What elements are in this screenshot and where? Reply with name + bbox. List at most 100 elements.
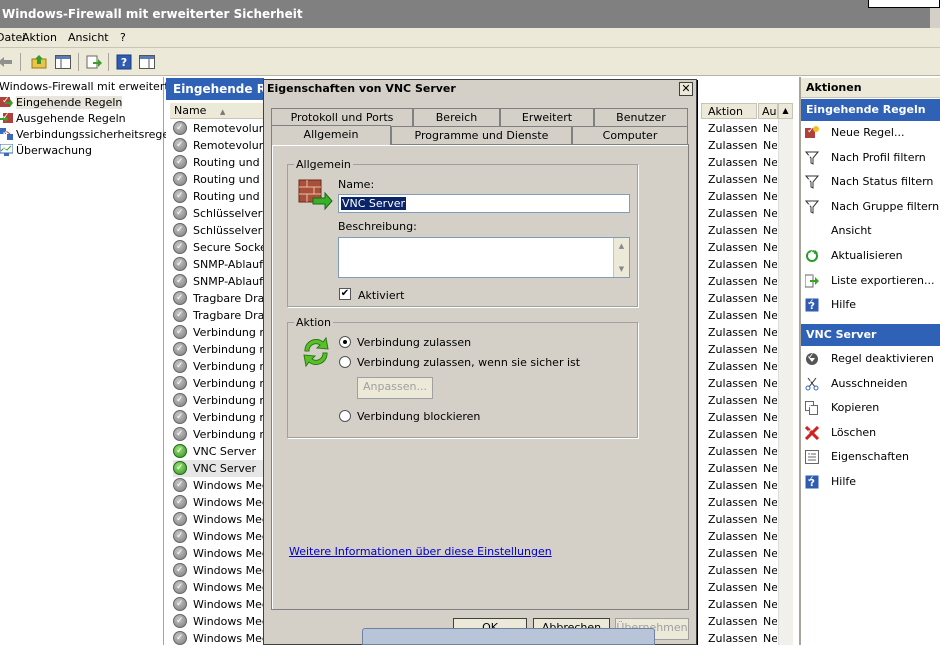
tab-benutzer[interactable]: Benutzer xyxy=(594,108,688,126)
table-row[interactable]: Verbindung mit xyxy=(173,392,265,409)
rule-name: Remotevolume xyxy=(193,139,265,152)
customize-button[interactable]: Anpassen... xyxy=(357,377,433,399)
name-input[interactable]: VNC Server xyxy=(338,194,630,213)
action-eigenschaften[interactable]: Eigenschaften xyxy=(805,447,939,467)
tab-allgemein[interactable]: Allgemein xyxy=(271,125,391,145)
rule-enabled: Ne xyxy=(763,122,777,135)
description-scrollbar[interactable]: ▲ ▼ xyxy=(613,238,629,277)
table-row[interactable]: Schlüsselverwa xyxy=(173,222,265,239)
table-row[interactable]: Verbindung mit xyxy=(173,358,265,375)
table-row[interactable]: Routing und Re xyxy=(173,171,265,188)
table-row[interactable]: Remotevolume xyxy=(173,137,265,154)
name-label: Name: xyxy=(338,178,375,191)
radio-allow-connection[interactable] xyxy=(339,336,351,348)
action-hilfe[interactable]: ? Hilfe xyxy=(805,472,939,492)
scroll-down-icon[interactable]: ▼ xyxy=(614,261,629,277)
table-row[interactable]: Windows Media xyxy=(173,630,265,645)
table-row[interactable]: Windows Media xyxy=(173,562,265,579)
radio-block-connection[interactable] xyxy=(339,410,351,422)
table-row[interactable]: VNC Server xyxy=(173,443,265,460)
table-row[interactable]: Secure Socket xyxy=(173,239,265,256)
table-row[interactable]: Verbindung mit xyxy=(173,324,265,341)
column-header-enabled[interactable]: Au xyxy=(758,103,778,119)
table-row[interactable]: Windows Media xyxy=(173,477,265,494)
table-row[interactable]: SNMP-Ablaufve xyxy=(173,273,265,290)
menu-aktion[interactable]: Aktion xyxy=(22,31,57,44)
table-row[interactable]: VNC Server xyxy=(173,460,265,477)
vertical-scrollbar[interactable] xyxy=(778,119,793,645)
action-hilfe[interactable]: ? Hilfe xyxy=(805,295,939,315)
action-item-label: Nach Gruppe filtern xyxy=(831,199,940,213)
table-row[interactable]: Tragbare Draht xyxy=(173,307,265,324)
table-row[interactable]: Remotevolume xyxy=(173,120,265,137)
rule-action: Zulassen xyxy=(708,326,758,339)
action-aktualisieren[interactable]: Aktualisieren xyxy=(805,246,939,266)
action-löschen[interactable]: Löschen xyxy=(804,423,939,443)
action-regel-deaktivieren[interactable]: Regel deaktivieren xyxy=(805,349,939,369)
actions-section-header-vnc[interactable]: VNC Server xyxy=(801,324,940,346)
tree-item-ausgehende-regeln[interactable]: Ausgehende Regeln xyxy=(0,111,126,127)
table-row[interactable]: Verbindung mit xyxy=(173,409,265,426)
table-row[interactable]: Windows Media xyxy=(173,528,265,545)
action-nach-profil-filtern[interactable]: Nach Profil filtern xyxy=(804,148,939,168)
table-row[interactable]: Windows Media xyxy=(173,545,265,562)
more-info-link[interactable]: Weitere Informationen über diese Einstel… xyxy=(289,545,552,558)
table-row[interactable]: Verbindung mit xyxy=(173,341,265,358)
action-neue-regel[interactable]: Neue Regel... xyxy=(805,123,939,143)
table-row[interactable]: Verbindung mit xyxy=(173,426,265,443)
enabled-checkbox[interactable]: ✔ xyxy=(339,288,351,300)
name-input-value: VNC Server xyxy=(341,197,407,210)
table-row[interactable]: Windows Media xyxy=(173,511,265,528)
disabled-rule-icon xyxy=(173,205,187,222)
help-icon[interactable]: ? xyxy=(115,53,133,71)
up-folder-icon[interactable] xyxy=(30,53,48,71)
action-liste-exportieren[interactable]: Liste exportieren... xyxy=(804,271,939,291)
menu-help[interactable]: ? xyxy=(120,31,126,44)
action-ansicht[interactable]: Ansicht xyxy=(805,221,939,241)
tree-item-ueberwachung[interactable]: Überwachung xyxy=(0,143,92,159)
description-label: Beschreibung: xyxy=(338,220,417,233)
scroll-up-button[interactable]: ▲ xyxy=(778,103,793,119)
tab-protokoll-und-ports[interactable]: Protokoll und Ports xyxy=(271,108,413,126)
table-row[interactable]: Routing und Re xyxy=(173,154,265,171)
tab-programme-und-dienste[interactable]: Programme und Dienste xyxy=(391,126,572,144)
show-hide-tree-icon[interactable] xyxy=(54,53,72,71)
scroll-up-icon[interactable]: ▲ xyxy=(614,238,629,254)
rule-action: Zulassen xyxy=(708,190,758,203)
table-row[interactable]: Windows Media xyxy=(173,494,265,511)
table-row[interactable]: Tragbare Draht xyxy=(173,290,265,307)
tree-item-eingehende-regeln[interactable]: Eingehende Regeln xyxy=(0,95,123,111)
rule-name: Windows Media xyxy=(193,564,265,577)
export-icon xyxy=(804,272,819,288)
radio-allow-if-secure[interactable] xyxy=(339,356,351,368)
tree-root[interactable]: Windows-Firewall mit erweiterter S xyxy=(0,79,190,95)
tab-bereich[interactable]: Bereich xyxy=(413,108,500,126)
action-nach-gruppe-filtern[interactable]: Nach Gruppe filtern xyxy=(804,197,940,217)
description-textarea[interactable]: ▲ ▼ xyxy=(338,237,630,278)
table-row[interactable]: Verbindung mit xyxy=(173,375,265,392)
table-row[interactable]: Windows Media xyxy=(173,579,265,596)
export-list-icon[interactable] xyxy=(85,53,103,71)
table-row[interactable]: SNMP-Ablaufve xyxy=(173,256,265,273)
menu-ansicht[interactable]: Ansicht xyxy=(68,31,109,44)
tab-computer[interactable]: Computer xyxy=(572,126,688,144)
actions-section-header-inbound[interactable]: Eingehende Regeln xyxy=(801,99,940,121)
table-row[interactable]: Schlüsselverwa xyxy=(173,205,265,222)
table-row[interactable]: Routing und Re xyxy=(173,188,265,205)
column-header-name[interactable]: Name ▲ xyxy=(170,103,264,119)
action-kopieren[interactable]: Kopieren xyxy=(805,398,939,418)
tab-erweitert[interactable]: Erweitert xyxy=(500,108,594,126)
show-hide-action-pane-icon[interactable] xyxy=(138,53,156,71)
action-ausschneiden[interactable]: Ausschneiden xyxy=(805,374,939,394)
close-icon[interactable]: ✕ xyxy=(679,82,693,96)
action-nach-status-filtern[interactable]: Nach Status filtern xyxy=(804,172,939,192)
rule-name: Verbindung mit xyxy=(193,411,265,424)
table-row[interactable]: Windows Media xyxy=(173,613,265,630)
table-row[interactable]: Windows Media xyxy=(173,596,265,613)
tree-item-verbindungssicherheitsregeln[interactable]: Verbindungssicherheitsregeln xyxy=(0,127,179,143)
action-item-label: Nach Status filtern xyxy=(831,175,934,189)
rule-action: Zulassen xyxy=(708,394,758,407)
column-header-action[interactable]: Aktion xyxy=(701,103,757,119)
tree-item-label: Verbindungssicherheitsregeln xyxy=(16,128,180,141)
back-arrow-icon[interactable] xyxy=(0,53,14,71)
